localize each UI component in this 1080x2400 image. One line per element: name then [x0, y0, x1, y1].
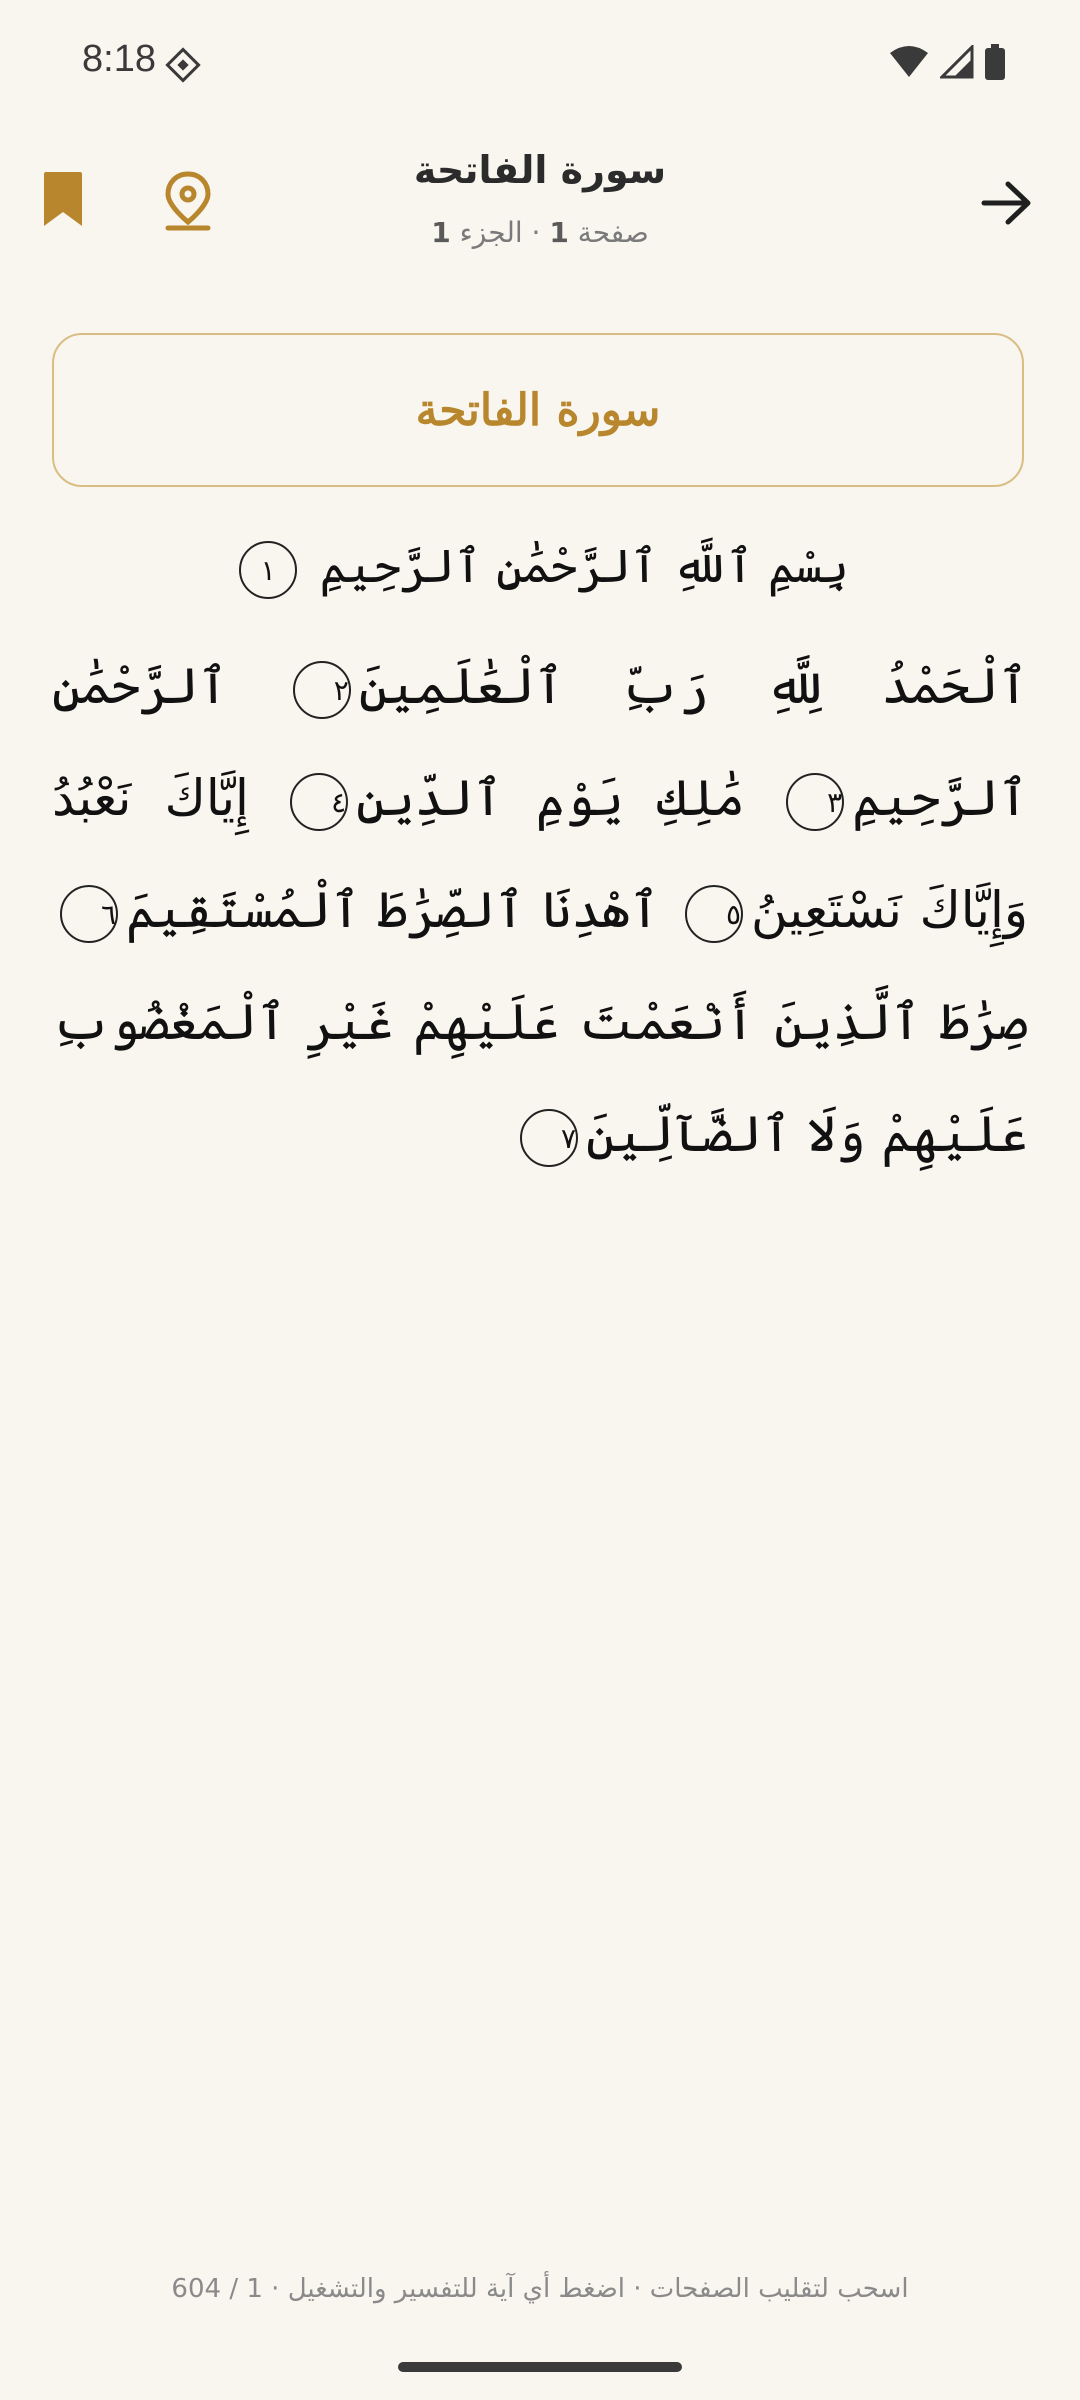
ayah-number-marker: ١ [239, 541, 298, 599]
status-bar: 8:18 [0, 0, 1080, 128]
ayah-text: ٱهْدِنَا ٱلصِّرَٰطَ ٱلْمُسْتَقِيمَ [126, 881, 660, 939]
page-number: 1 [549, 216, 569, 249]
wifi-icon [888, 45, 930, 83]
location-pin-icon [165, 171, 211, 231]
ayah-text-block: ٱلْحَمْدُ لِلَّهِ رَبِّ ٱلْعَٰلَمِينَ٢ ٱ… [52, 630, 1028, 1190]
cell-signal-icon [938, 43, 974, 83]
ayah-number-marker: ٦ [60, 885, 118, 943]
surah-header-banner: سورة الفاتحة [52, 333, 1024, 487]
basmala[interactable]: بِسْمِ ٱللَّهِ ٱلرَّحْمَٰنِ ٱلرَّحِيمِ ١ [52, 524, 1028, 608]
subtitle-separator: · [522, 216, 550, 249]
juz-label: الجزء [459, 216, 523, 249]
page-title: سورة الفاتحة [413, 148, 667, 192]
ayah-text: مَٰلِكِ يَوْمِ ٱلدِّينِ [356, 769, 745, 827]
status-time: 8:18 [82, 38, 156, 80]
surah-banner-title: سورة الفاتحة [415, 384, 661, 436]
status-indicators [888, 43, 1006, 84]
ayah-number-marker: ٧ [520, 1109, 579, 1167]
juz-number: 1 [431, 216, 451, 249]
app-notification-icon [164, 46, 202, 84]
ayah[interactable]: ٱلْحَمْدُ لِلَّهِ رَبِّ ٱلْعَٰلَمِينَ٢ [285, 657, 1028, 719]
bookmark-icon [44, 172, 82, 226]
ayah-number-marker: ٢ [292, 661, 351, 719]
arrow-right-icon [981, 181, 1031, 225]
ayah-number-marker: ٥ [685, 885, 744, 943]
bookmark-button[interactable] [38, 170, 88, 230]
ayah-text: ٱلْحَمْدُ لِلَّهِ رَبِّ ٱلْعَٰلَمِينَ [358, 657, 1028, 715]
page-footer-hint: اسحب لتقليب الصفحات · اضغط أي آية للتفسي… [171, 2274, 909, 2304]
page-subtitle: صفحة 1 · الجزء 1 [290, 216, 790, 249]
battery-icon [984, 44, 1006, 84]
ayah-number-marker: ٣ [786, 773, 845, 831]
back-button[interactable] [978, 178, 1034, 228]
basmala-text: بِسْمِ ٱللَّهِ ٱلرَّحْمَٰنِ ٱلرَّحِيمِ [319, 539, 849, 593]
ayah-number-marker: ٤ [290, 773, 349, 831]
top-app-bar: سورة الفاتحة صفحة 1 · الجزء 1 [0, 130, 1080, 280]
ayah[interactable]: ٱهْدِنَا ٱلصِّرَٰطَ ٱلْمُسْتَقِيمَ٦ [52, 881, 660, 943]
ayah[interactable]: صِرَٰطَ ٱلَّذِينَ أَنْعَمْتَ عَلَيْهِمْ … [52, 993, 1028, 1167]
page-label: صفحة [577, 216, 649, 249]
location-button[interactable] [160, 170, 216, 232]
ayah[interactable]: مَٰلِكِ يَوْمِ ٱلدِّينِ٤ [282, 769, 745, 831]
home-gesture-bar[interactable] [398, 2362, 682, 2372]
